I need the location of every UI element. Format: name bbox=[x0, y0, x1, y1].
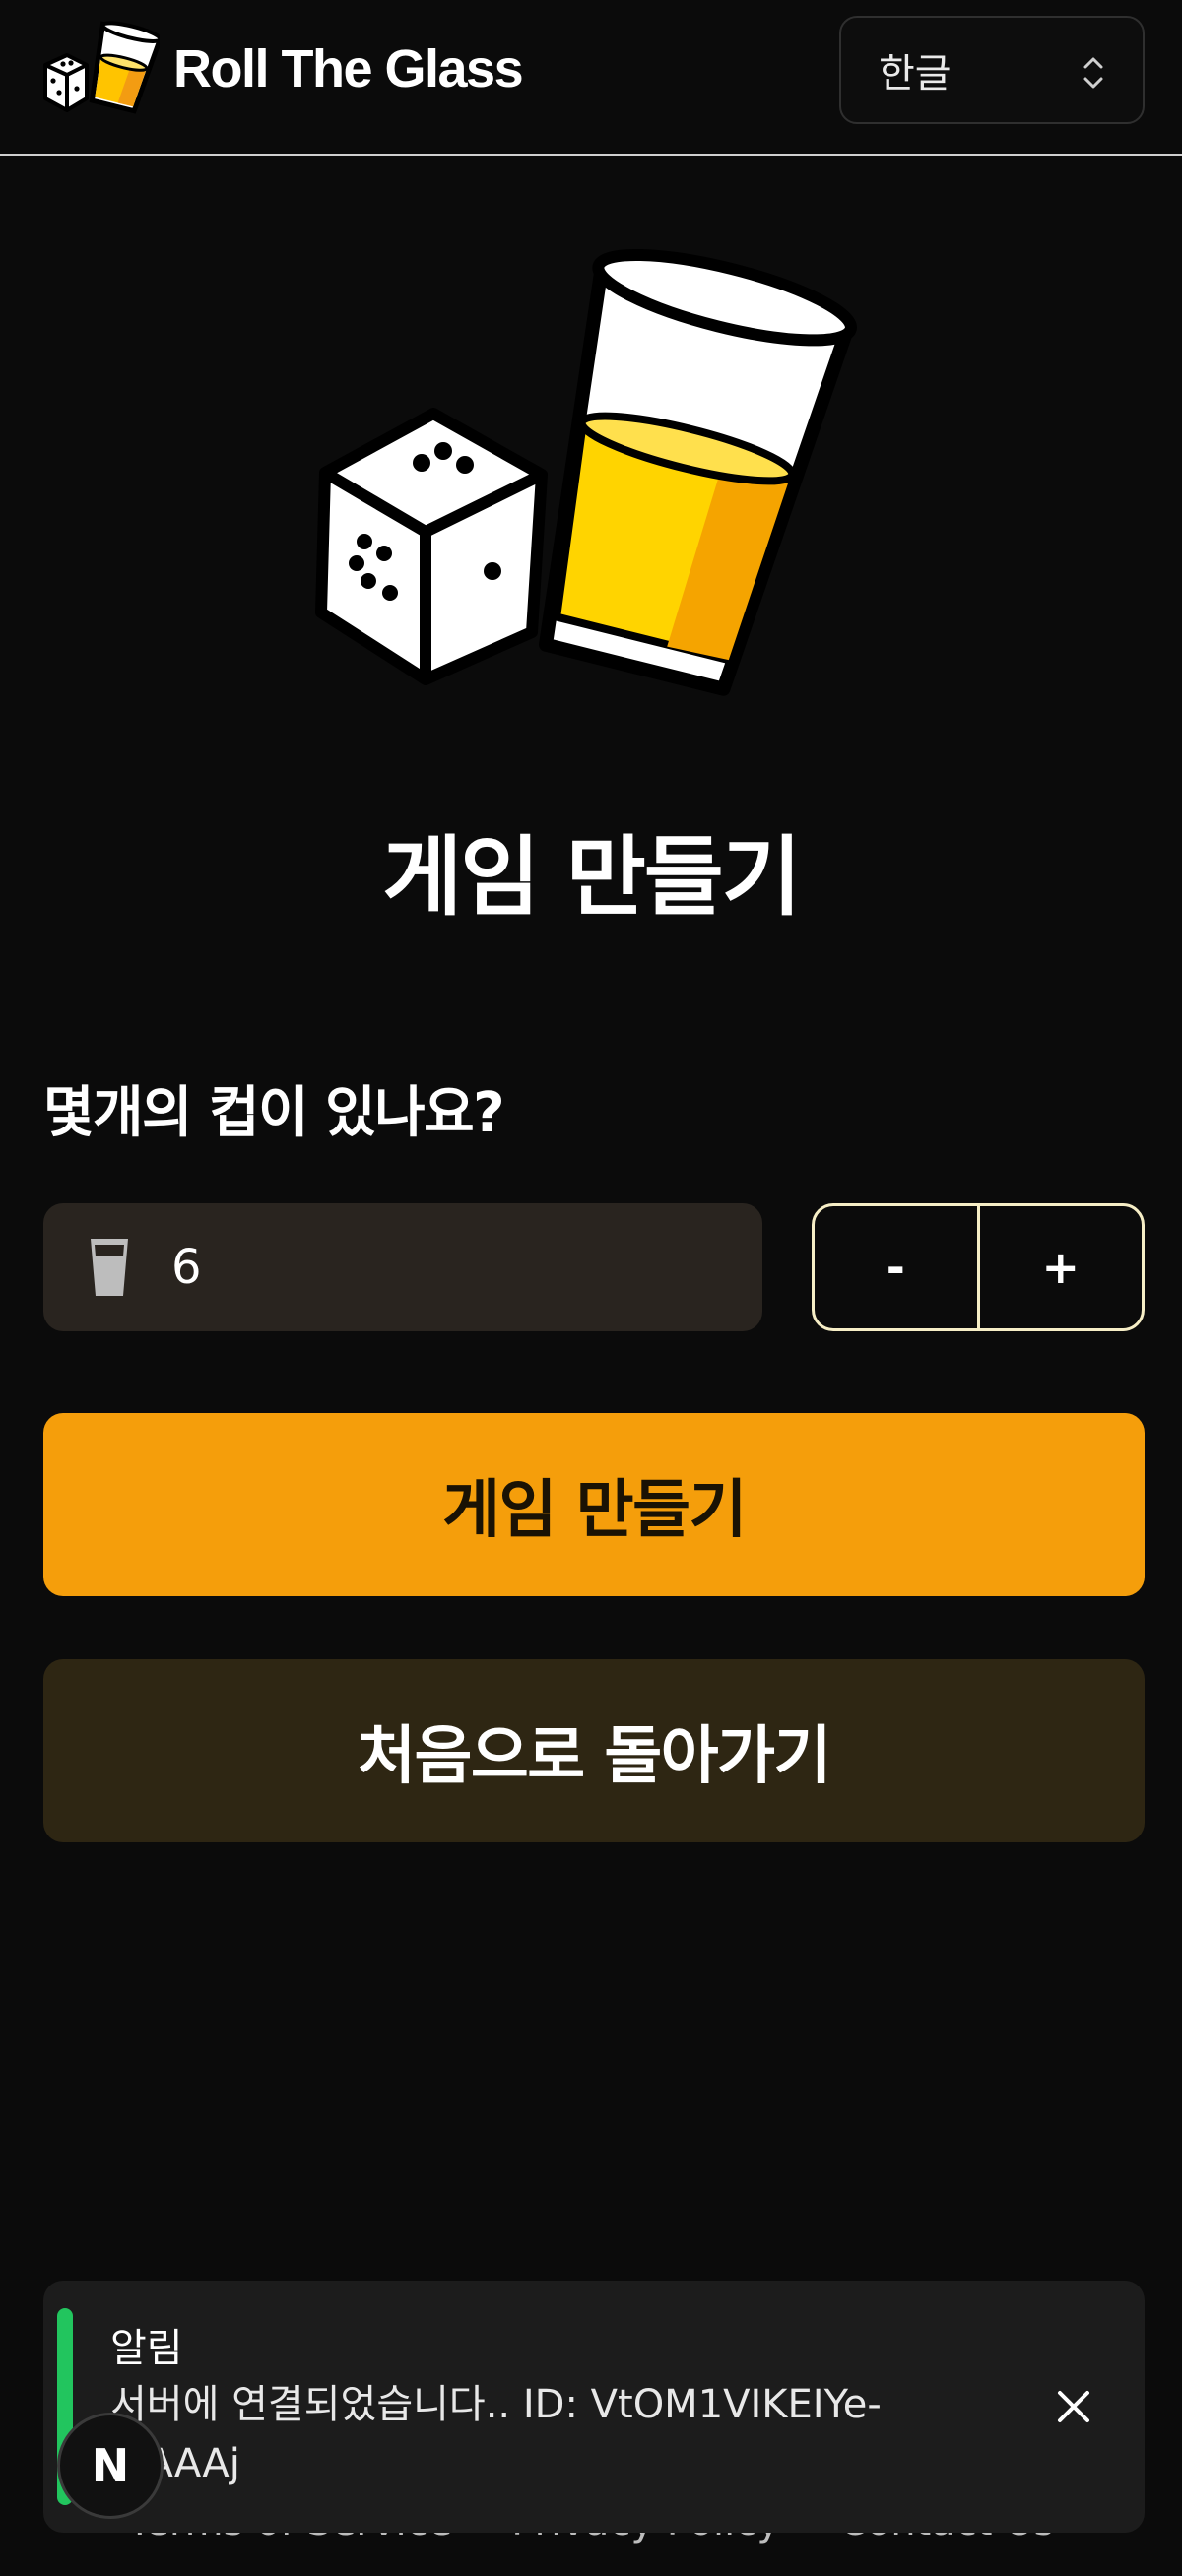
back-to-home-button[interactable]: 처음으로 돌아가기 bbox=[43, 1659, 1145, 1842]
increment-button[interactable]: + bbox=[980, 1206, 1143, 1328]
cup-count-stepper: - + bbox=[812, 1203, 1145, 1331]
toast-title: 알림 bbox=[110, 2326, 183, 2371]
language-selected-value: 한글 bbox=[879, 51, 952, 97]
close-icon[interactable] bbox=[1054, 2387, 1093, 2426]
dev-tools-badge[interactable]: N bbox=[57, 2413, 164, 2519]
top-header: Roll The Glass 한글 bbox=[0, 0, 1182, 156]
cup-count-value: 6 bbox=[171, 1240, 202, 1295]
cup-count-input[interactable]: 6 bbox=[43, 1203, 762, 1331]
brand[interactable]: Roll The Glass bbox=[41, 20, 524, 118]
page-title: 게임 만들기 bbox=[382, 826, 801, 928]
cup-count-question: 몇개의 컵이 있나요? bbox=[43, 1081, 505, 1145]
notification-toast: 알림 서버에 연결되었습니다.. ID: VtOM1VIKEIYe-nJAAAj bbox=[43, 2281, 1145, 2533]
create-game-button[interactable]: 게임 만들기 bbox=[43, 1413, 1145, 1596]
decrement-button[interactable]: - bbox=[815, 1206, 977, 1328]
dice-glass-logo-icon bbox=[43, 21, 160, 114]
toast-message: 서버에 연결되었습니다.. ID: VtOM1VIKEIYe-nJAAAj bbox=[110, 2382, 882, 2486]
language-select[interactable]: 한글 bbox=[839, 16, 1145, 124]
app-name: Roll The Glass bbox=[173, 39, 524, 98]
dice-and-glass-illustration-icon bbox=[315, 248, 857, 696]
beer-glass-icon bbox=[91, 1239, 128, 1296]
chevron-up-down-icon bbox=[1084, 57, 1103, 89]
